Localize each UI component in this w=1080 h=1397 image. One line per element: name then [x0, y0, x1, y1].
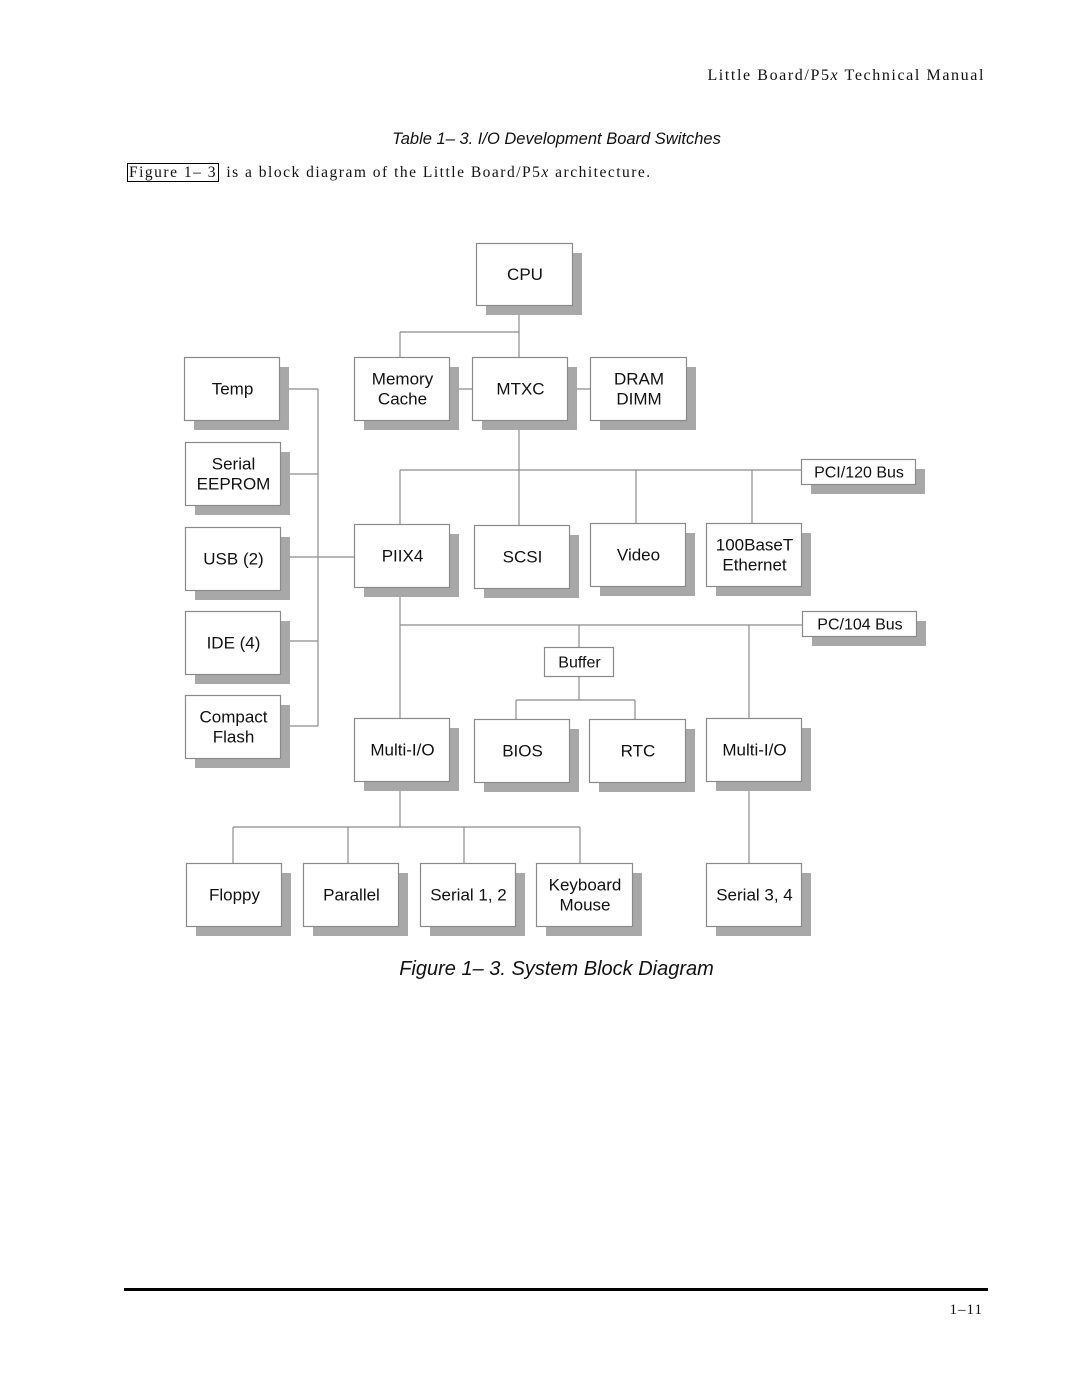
block-dram-dimm: DRAMDIMM [589, 356, 696, 430]
block-bios: BIOS [473, 718, 579, 792]
block-label: Mouse [559, 896, 610, 915]
block-label: Serial [212, 455, 255, 474]
block-label: DIMM [616, 390, 661, 409]
block-buffer: Buffer [543, 646, 615, 678]
block-label: Cache [378, 390, 427, 409]
block-mtxc: MTXC [471, 356, 577, 430]
block-scsi: SCSI [473, 524, 579, 598]
block-serial-1-2: Serial 1, 2 [419, 862, 525, 936]
block-label: SCSI [503, 548, 543, 567]
block-parallel: Parallel [302, 862, 408, 936]
block-label: Buffer [558, 654, 601, 671]
block-label: PCI/120 Bus [814, 464, 904, 481]
block-usb: USB (2) [184, 526, 290, 600]
block-pci-bus: PCI/120 Bus [800, 458, 925, 494]
block-label: Ethernet [722, 556, 787, 575]
block-temp: Temp [183, 356, 289, 430]
block-floppy: Floppy [185, 862, 291, 936]
footer-rule [124, 1288, 988, 1291]
block-label: BIOS [502, 742, 543, 761]
block-label: Flash [213, 728, 255, 747]
block-keyboard-mouse: KeyboardMouse [535, 862, 642, 936]
block-label: DRAM [614, 370, 664, 389]
block-multi-io-2: Multi-I/O [705, 717, 811, 791]
block-video: Video [589, 522, 695, 596]
block-label: Multi-I/O [370, 741, 434, 760]
block-label: Memory [372, 370, 434, 389]
block-label: Serial 1, 2 [430, 886, 507, 905]
block-memory-cache: MemoryCache [353, 356, 459, 430]
block-piix4: PIIX4 [353, 523, 459, 597]
block-label: EEPROM [197, 475, 271, 494]
block-label: PC/104 Bus [817, 616, 902, 633]
block-label: RTC [621, 742, 656, 761]
block-ide: IDE (4) [184, 610, 290, 684]
block-cpu: CPU [475, 242, 582, 315]
page-number: 1–11 [949, 1302, 983, 1318]
block-multi-io-1: Multi-I/O [353, 717, 459, 791]
block-label: Temp [212, 380, 254, 399]
block-ethernet: 100BaseTEthernet [705, 522, 811, 596]
block-label: Video [617, 546, 660, 565]
block-label: Keyboard [549, 876, 622, 895]
block-label: MTXC [496, 380, 544, 399]
block-label: Compact [199, 708, 267, 727]
figure-caption: Figure 1– 3. System Block Diagram [399, 958, 714, 980]
block-pc104-bus: PC/104 Bus [801, 610, 926, 646]
system-block-diagram: CPU MemoryCache MTXC DRAMDIMM Temp SerialEEPR… [183, 242, 926, 936]
block-label: Parallel [323, 886, 380, 905]
block-label: Floppy [209, 886, 261, 905]
block-label: Multi-I/O [722, 741, 786, 760]
block-label: CPU [507, 265, 543, 284]
block-label: Serial 3, 4 [716, 886, 793, 905]
block-label: 100BaseT [716, 536, 794, 555]
block-label: IDE (4) [207, 634, 261, 653]
diagram-blocks: CPU MemoryCache MTXC DRAMDIMM Temp SerialEEPR… [183, 242, 926, 936]
block-compact-flash: CompactFlash [184, 694, 290, 768]
block-label: PIIX4 [382, 547, 424, 566]
block-rtc: RTC [588, 718, 695, 792]
block-serial-3-4: Serial 3, 4 [705, 862, 811, 936]
block-serial-eeprom: SerialEEPROM [184, 441, 290, 515]
block-label: USB (2) [203, 550, 263, 569]
